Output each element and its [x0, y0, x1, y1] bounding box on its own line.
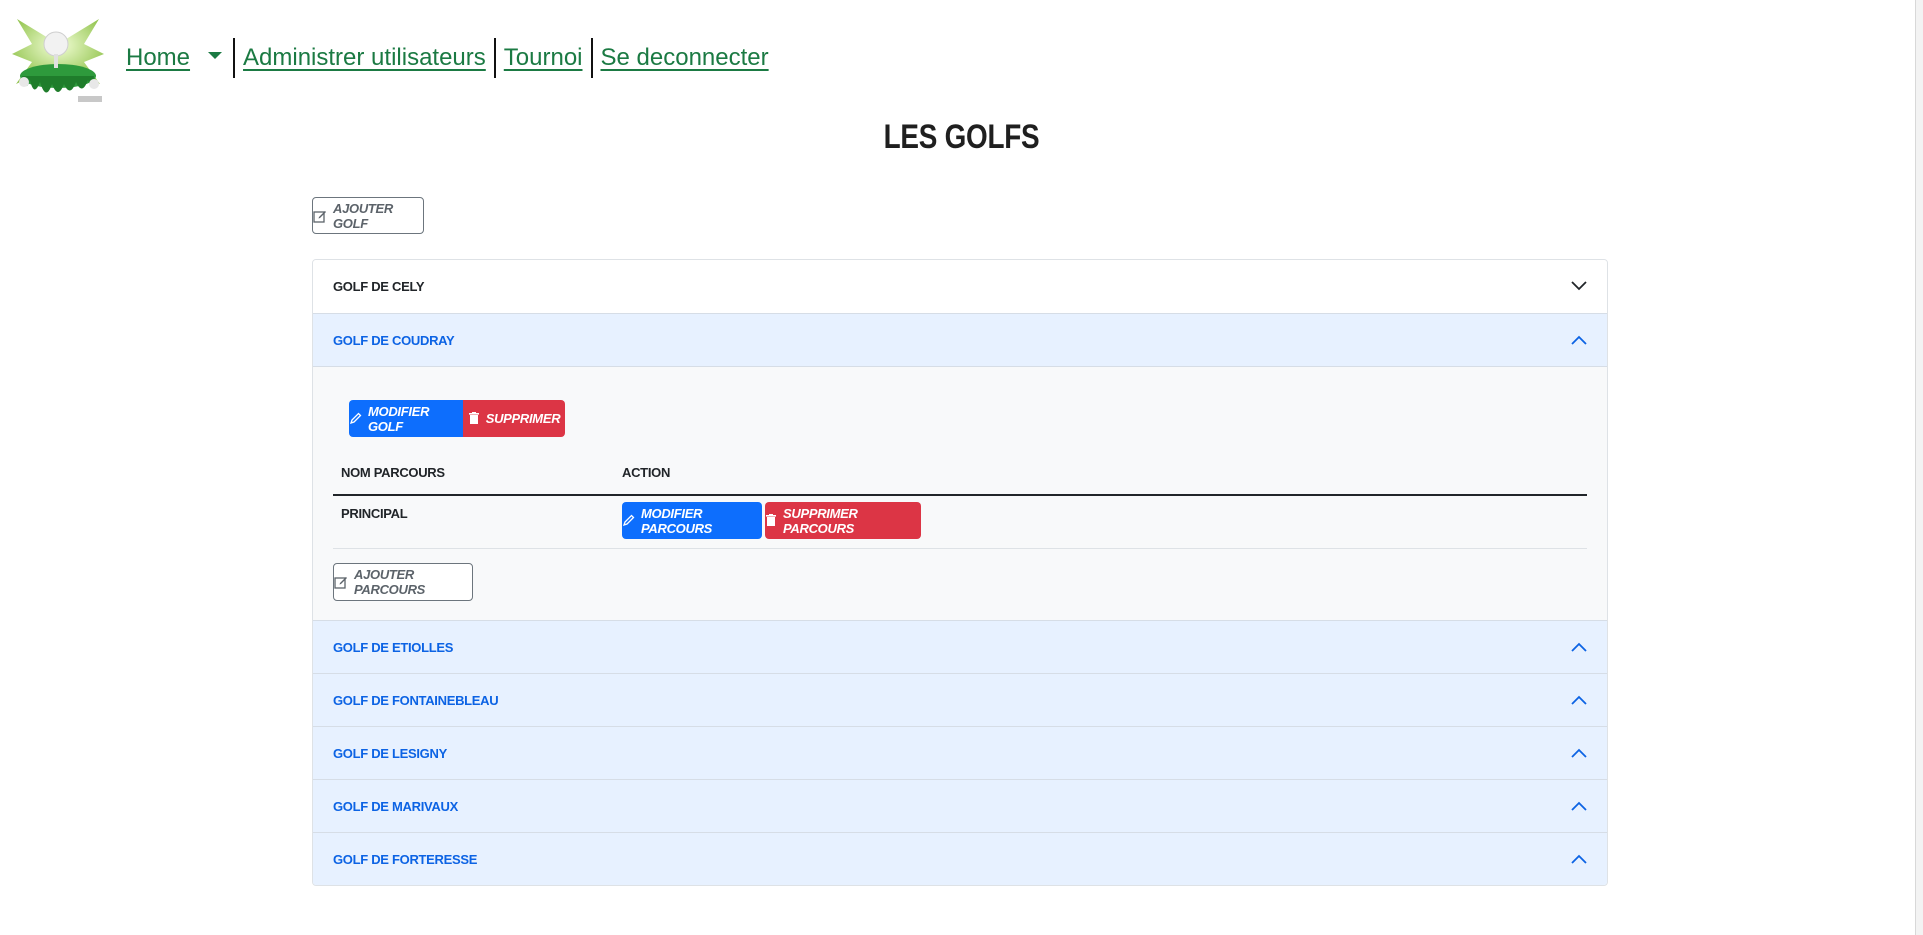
accordion-title: GOLF DE FONTAINEBLEAU: [333, 692, 499, 708]
chevron-up-icon: [1571, 640, 1587, 655]
golf-logo-icon: [12, 14, 104, 104]
chevron-up-icon: [1571, 799, 1587, 814]
table-header-divider: [333, 494, 1587, 496]
chevron-up-icon: [1571, 852, 1587, 867]
table-header-nom-parcours: NOM PARCOURS: [341, 465, 445, 480]
modify-course-button[interactable]: MODIFIER PARCOURS: [622, 502, 762, 539]
page-title: LES GOLFS: [883, 118, 1040, 156]
chevron-down-icon: [1571, 279, 1587, 294]
accordion-title: GOLF DE ETIOLLES: [333, 639, 454, 655]
nav-separator: [233, 38, 236, 78]
modify-golf-button[interactable]: MODIFIER GOLF: [349, 400, 463, 437]
edit-square-icon: [334, 575, 348, 589]
add-golf-button[interactable]: AJOUTER GOLF: [312, 197, 424, 234]
modify-golf-label: MODIFIER GOLF: [368, 403, 430, 434]
chevron-up-icon: [1571, 746, 1587, 761]
accordion-title: GOLF DE MARIVAUX: [333, 798, 458, 814]
site-logo[interactable]: [12, 14, 104, 104]
accordion-header-lesigny[interactable]: GOLF DE LESIGNY: [313, 726, 1607, 779]
chevron-up-icon: [1571, 333, 1587, 348]
add-course-button[interactable]: AJOUTER PARCOURS: [333, 563, 473, 601]
dropdown-caret-icon[interactable]: [208, 51, 223, 59]
nav-logout-link[interactable]: Se deconnecter: [601, 44, 769, 72]
accordion-header-fontainebleau[interactable]: GOLF DE FONTAINEBLEAU: [313, 673, 1607, 726]
add-golf-label: AJOUTER GOLF: [333, 200, 394, 231]
table-header-action: ACTION: [622, 465, 671, 480]
nav-separator: [590, 38, 593, 78]
pencil-icon: [349, 412, 362, 425]
table-row-divider: [333, 548, 1587, 549]
page-scrollbar[interactable]: [1915, 0, 1923, 935]
delete-course-label: SUPPRIMER PARCOURS: [783, 505, 858, 536]
accordion-title: GOLF DE CELY: [333, 279, 425, 294]
accordion-header-marivaux[interactable]: GOLF DE MARIVAUX: [313, 779, 1607, 832]
golf-accordion: GOLF DE CELY GOLF DE COUDRAY MODIFIER GO…: [312, 259, 1608, 886]
trash-icon: [765, 514, 777, 527]
pencil-icon: [622, 514, 635, 527]
accordion-title: GOLF DE LESIGNY: [333, 745, 447, 761]
accordion-title: GOLF DE COUDRAY: [333, 332, 455, 348]
delete-golf-button[interactable]: SUPPRIMER: [463, 400, 565, 437]
nav-tournoi-link[interactable]: Tournoi: [504, 44, 583, 72]
accordion-header-coudray[interactable]: GOLF DE COUDRAY: [313, 313, 1607, 366]
accordion-header-forteresse[interactable]: GOLF DE FORTERESSE: [313, 832, 1607, 885]
table-cell-course-name: PRINCIPAL: [341, 506, 408, 521]
delete-golf-label: SUPPRIMER: [485, 411, 561, 426]
chevron-up-icon: [1571, 693, 1587, 708]
accordion-title: GOLF DE FORTERESSE: [333, 851, 478, 867]
main-nav: Home Administrer utilisateurs Tournoi Se…: [126, 38, 769, 78]
nav-admin-users-link[interactable]: Administrer utilisateurs: [243, 44, 486, 72]
accordion-header-etiolles[interactable]: GOLF DE ETIOLLES: [313, 620, 1607, 673]
accordion-body-coudray: MODIFIER GOLF SUPPRIMER NOM PARCOURS ACT…: [313, 366, 1607, 620]
nav-separator: [493, 38, 496, 78]
add-course-label: AJOUTER PARCOURS: [354, 567, 426, 597]
accordion-header-cely[interactable]: GOLF DE CELY: [313, 260, 1607, 313]
nav-home-link[interactable]: Home: [126, 44, 190, 72]
delete-course-button[interactable]: SUPPRIMER PARCOURS: [765, 502, 921, 539]
edit-square-icon: [313, 209, 327, 223]
modify-course-label: MODIFIER PARCOURS: [641, 505, 713, 536]
trash-icon: [468, 412, 480, 425]
